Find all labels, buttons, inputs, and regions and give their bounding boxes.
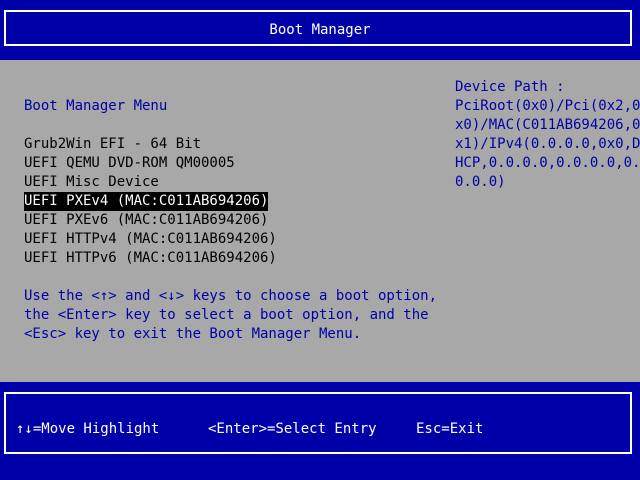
device-path-line: x0)/MAC(C011AB694206,0 — [455, 117, 640, 133]
device-path-line: PciRoot(0x0)/Pci(0x2,0 — [455, 98, 640, 114]
device-path-line: HCP,0.0.0.0,0.0.0.0,0. — [455, 155, 640, 171]
boot-option-qemu-dvd-rom[interactable]: UEFI QEMU DVD-ROM QM00005 — [24, 154, 235, 173]
hint-exit: Esc=Exit — [416, 421, 484, 437]
hint-move-highlight: ↑↓=Move Highlight — [16, 421, 160, 437]
device-path-line: x1)/IPv4(0.0.0.0,0x0,D — [455, 136, 640, 152]
help-line: <Esc> key to exit the Boot Manager Menu. — [24, 326, 362, 342]
title-bar: Boot Manager — [0, 0, 640, 60]
device-path-label: Device Path : — [455, 79, 565, 95]
boot-option-httpv4[interactable]: UEFI HTTPv4 (MAC:C011AB694206) — [24, 230, 277, 249]
device-path-line: 0.0.0) — [455, 174, 506, 190]
page-title: Boot Manager — [269, 22, 371, 38]
boot-option-misc-device[interactable]: UEFI Misc Device — [24, 173, 159, 192]
help-line: the <Enter> key to select a boot option,… — [24, 307, 429, 323]
boot-option-grub2win[interactable]: Grub2Win EFI - 64 Bit — [24, 135, 201, 154]
boot-option-pxev4[interactable]: UEFI PXEv4 (MAC:C011AB694206) — [24, 192, 269, 211]
main-panel: Boot Manager Menu Grub2Win EFI - 64 Bit … — [0, 60, 640, 382]
key-hint-bar: ↑↓=Move Highlight <Enter>=Select Entry E… — [0, 382, 640, 480]
menu-heading: Boot Manager Menu — [24, 98, 168, 114]
hint-select-entry: <Enter>=Select Entry — [208, 421, 377, 437]
help-line: Use the <↑> and <↓> keys to choose a boo… — [24, 288, 438, 304]
boot-option-httpv6[interactable]: UEFI HTTPv6 (MAC:C011AB694206) — [24, 249, 277, 268]
boot-option-pxev6[interactable]: UEFI PXEv6 (MAC:C011AB694206) — [24, 211, 268, 230]
